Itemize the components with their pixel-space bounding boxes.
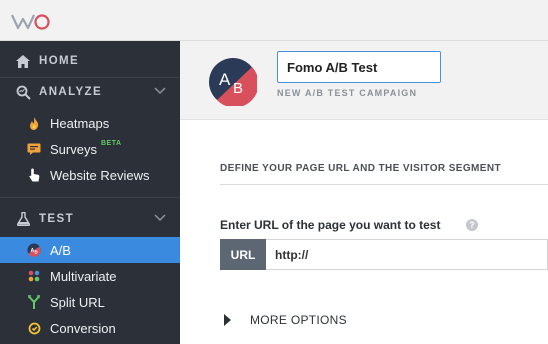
campaign-subtitle: NEW A/B TEST CAMPAIGN [277,88,418,98]
sidebar-item-multivariate[interactable]: Multivariate [0,263,180,289]
sidebar-item-label: A/B [50,242,71,258]
vwo-logo[interactable] [10,12,54,32]
sidebar-item-label: Heatmaps [50,115,110,131]
url-prefix-label: URL [220,239,266,270]
pointer-hand-icon [27,168,41,182]
home-icon [15,53,31,69]
flask-icon [15,211,31,227]
sidebar-section-label: HOME [39,55,80,67]
section-title: DEFINE YOUR PAGE URL AND THE VISITOR SEG… [220,163,501,174]
svg-text:B: B [34,250,37,255]
campaign-name-input[interactable] [277,51,441,83]
ab-icon: AB [27,243,41,257]
ab-campaign-badge: A B [209,58,257,106]
more-options-label: MORE OPTIONS [250,313,347,327]
conversion-icon [27,321,41,335]
sidebar-item-label: Website Reviews [50,167,150,183]
sidebar-item-label: Multivariate [50,268,117,284]
sidebar-item-heatmaps[interactable]: Heatmaps [0,110,180,136]
section-divider [220,184,548,185]
chevron-down-icon[interactable] [154,213,166,223]
badge-letter-b: B [233,80,243,97]
caret-right-icon [224,314,231,326]
multivariate-icon [27,269,41,283]
sidebar-divider [0,197,180,198]
sidebar-item-label: Surveys [50,141,97,157]
help-icon[interactable]: ? [466,219,478,231]
sidebar-item-split-url[interactable]: Split URL [0,289,180,315]
sidebar-item-label: Split URL [50,294,105,310]
url-input[interactable] [266,239,548,270]
url-field-label: Enter URL of the page you want to test [220,218,441,232]
chevron-down-icon[interactable] [154,86,166,96]
split-icon [27,295,41,309]
sidebar-section-label: ANALYZE [39,86,103,98]
sidebar-item-surveys[interactable]: Surveys BETA [0,136,180,162]
sidebar-section-label: TEST [39,213,74,225]
survey-icon [27,142,41,156]
top-bar [0,0,548,41]
campaign-header: A B NEW A/B TEST CAMPAIGN [180,41,548,120]
badge-letter-a: A [219,70,231,89]
beta-badge: BETA [100,139,122,147]
sidebar-section-analyze[interactable]: ANALYZE [0,74,180,110]
sidebar: HOME ANALYZE Heatmaps Surveys BETA Websi… [0,41,180,344]
sidebar-item-ab[interactable]: AB A/B [0,237,180,263]
sidebar-item-conversion[interactable]: Conversion [0,315,180,341]
sidebar-item-label: Conversion [50,320,116,336]
more-options-toggle[interactable]: MORE OPTIONS [224,313,347,327]
flame-icon [27,116,41,130]
sidebar-item-website-reviews[interactable]: Website Reviews [0,162,180,188]
analyze-icon [15,84,31,100]
sidebar-section-test[interactable]: TEST [0,201,180,237]
